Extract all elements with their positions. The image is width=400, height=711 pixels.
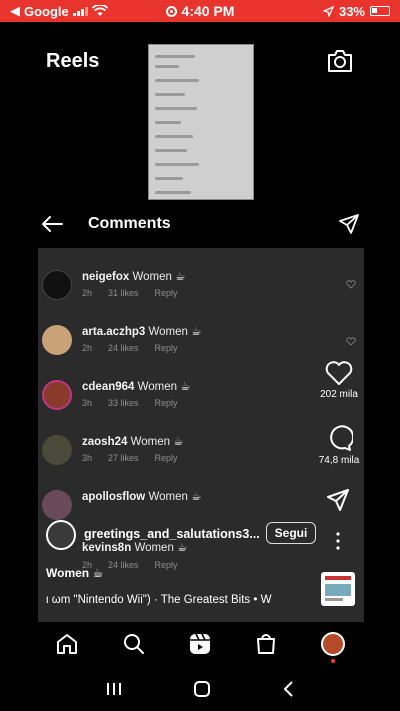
system-nav — [0, 666, 400, 711]
reel-caption[interactable]: Women — [46, 566, 89, 580]
coffee-emoji: ☕ — [180, 381, 191, 393]
battery-percent: 33% — [338, 3, 365, 19]
nav-search[interactable] — [117, 627, 151, 661]
coffee-emoji: ☕ — [92, 566, 104, 580]
nav-reels[interactable] — [183, 627, 217, 661]
comment-text: Women — [130, 436, 171, 448]
reply-button[interactable]: Reply — [155, 288, 178, 298]
notification-dot — [330, 659, 335, 663]
location-arrow-icon — [322, 5, 334, 17]
reply-button[interactable]: Reply — [155, 453, 178, 463]
wifi-icon — [91, 5, 108, 16]
comment-likes[interactable]: 31 likes — [108, 288, 139, 298]
like-count[interactable]: 202 mila — [320, 389, 358, 400]
reply-button[interactable]: Reply — [155, 398, 178, 408]
creator-username[interactable]: greetings_and_salutations3... — [84, 527, 260, 541]
status-time: 4:40 PM — [181, 3, 235, 19]
coffee-emoji: ☕ — [191, 326, 202, 338]
avatar[interactable] — [42, 270, 72, 300]
comment-username[interactable]: apollosflow — [82, 491, 145, 503]
comments-title: Comments — [88, 215, 171, 232]
comments-header: Comments — [0, 206, 400, 244]
nav-profile[interactable] — [316, 627, 350, 663]
back-app-label[interactable]: Google — [24, 4, 69, 19]
comment-count[interactable]: 74,8 mila — [319, 455, 360, 466]
comment-username[interactable]: kevins8n — [82, 542, 131, 554]
more-options-icon[interactable] — [334, 531, 342, 551]
reply-button[interactable]: Reply — [155, 343, 178, 353]
comment-username[interactable]: zaosh24 — [82, 436, 127, 448]
home-button-icon[interactable] — [194, 680, 210, 697]
coffee-emoji: ☕ — [191, 491, 202, 503]
recording-icon — [165, 5, 177, 17]
comment-username[interactable]: arta.aczhp3 — [82, 326, 145, 338]
comment-item: kevins8n Women ☕ 2h 24 likes Reply — [38, 540, 364, 590]
page-title: Reels — [46, 50, 100, 72]
comment-text: Women — [137, 381, 178, 393]
reply-button[interactable]: Reply — [155, 560, 178, 570]
audio-thumbnail[interactable] — [321, 572, 355, 606]
like-action: 202 mila — [316, 360, 362, 400]
comment-username[interactable]: cdean964 — [82, 381, 134, 393]
avatar[interactable] — [42, 380, 72, 410]
back-button-icon[interactable] — [282, 680, 294, 697]
avatar[interactable] — [42, 325, 72, 355]
bottom-nav — [0, 622, 400, 666]
comment-text: Women — [148, 491, 188, 503]
coffee-emoji: ☕ — [175, 271, 186, 283]
coffee-emoji: ☕ — [177, 542, 188, 554]
comment-likes[interactable]: 27 likes — [108, 453, 139, 463]
home-icon — [57, 634, 78, 654]
comment-text: Women — [132, 271, 172, 283]
comment-action: 74,8 mila — [312, 424, 366, 466]
battery-icon — [370, 6, 390, 16]
heart-icon[interactable] — [346, 337, 356, 346]
signal-icon — [72, 6, 88, 16]
comment-item: neigefox Women ☕ 2h 31 likes Reply — [38, 266, 364, 316]
arrow-left-icon[interactable] — [40, 214, 64, 234]
screen-recording-thumbnail[interactable] — [148, 44, 254, 200]
comment-age: 2h — [82, 343, 93, 353]
audio-track[interactable]: ι ωm "Nintendo Wii") · The Greatest Bits… — [46, 594, 314, 606]
profile-avatar — [320, 632, 345, 656]
heart-icon[interactable] — [346, 280, 356, 289]
comment-bubble-icon[interactable] — [325, 424, 353, 452]
status-bar: ◀ Google 4:40 PM 33% — [0, 0, 400, 22]
back-arrow-icon[interactable]: ◀ — [10, 3, 20, 19]
recent-apps-icon[interactable] — [106, 682, 122, 696]
heart-icon[interactable] — [325, 360, 353, 386]
shop-icon — [257, 634, 276, 654]
paper-plane-icon[interactable] — [326, 488, 350, 512]
comment-likes[interactable]: 33 likes — [108, 398, 139, 408]
avatar[interactable] — [42, 490, 72, 520]
comment-age: 3h — [82, 453, 93, 463]
comment-age: 3h — [82, 398, 93, 408]
nav-home[interactable] — [50, 627, 84, 661]
audio-label: ι ωm "Nintendo Wii") · The Greatest Bits… — [46, 594, 272, 606]
paper-plane-icon[interactable] — [338, 213, 360, 235]
search-icon — [123, 634, 144, 654]
avatar[interactable] — [42, 435, 72, 465]
comment-likes[interactable]: 24 likes — [108, 560, 139, 570]
follow-button[interactable]: Segui — [266, 522, 316, 544]
comment-age: 2h — [82, 288, 93, 298]
comment-likes[interactable]: 24 likes — [108, 343, 139, 353]
creator-avatar[interactable] — [46, 520, 76, 550]
coffee-emoji: ☕ — [173, 436, 184, 448]
reels-icon — [189, 633, 210, 654]
comment-text: Women — [148, 326, 188, 338]
comment-text: Women — [134, 542, 174, 554]
camera-icon[interactable] — [326, 48, 354, 74]
comment-username[interactable]: neigefox — [82, 271, 129, 283]
nav-shop[interactable] — [249, 627, 283, 661]
